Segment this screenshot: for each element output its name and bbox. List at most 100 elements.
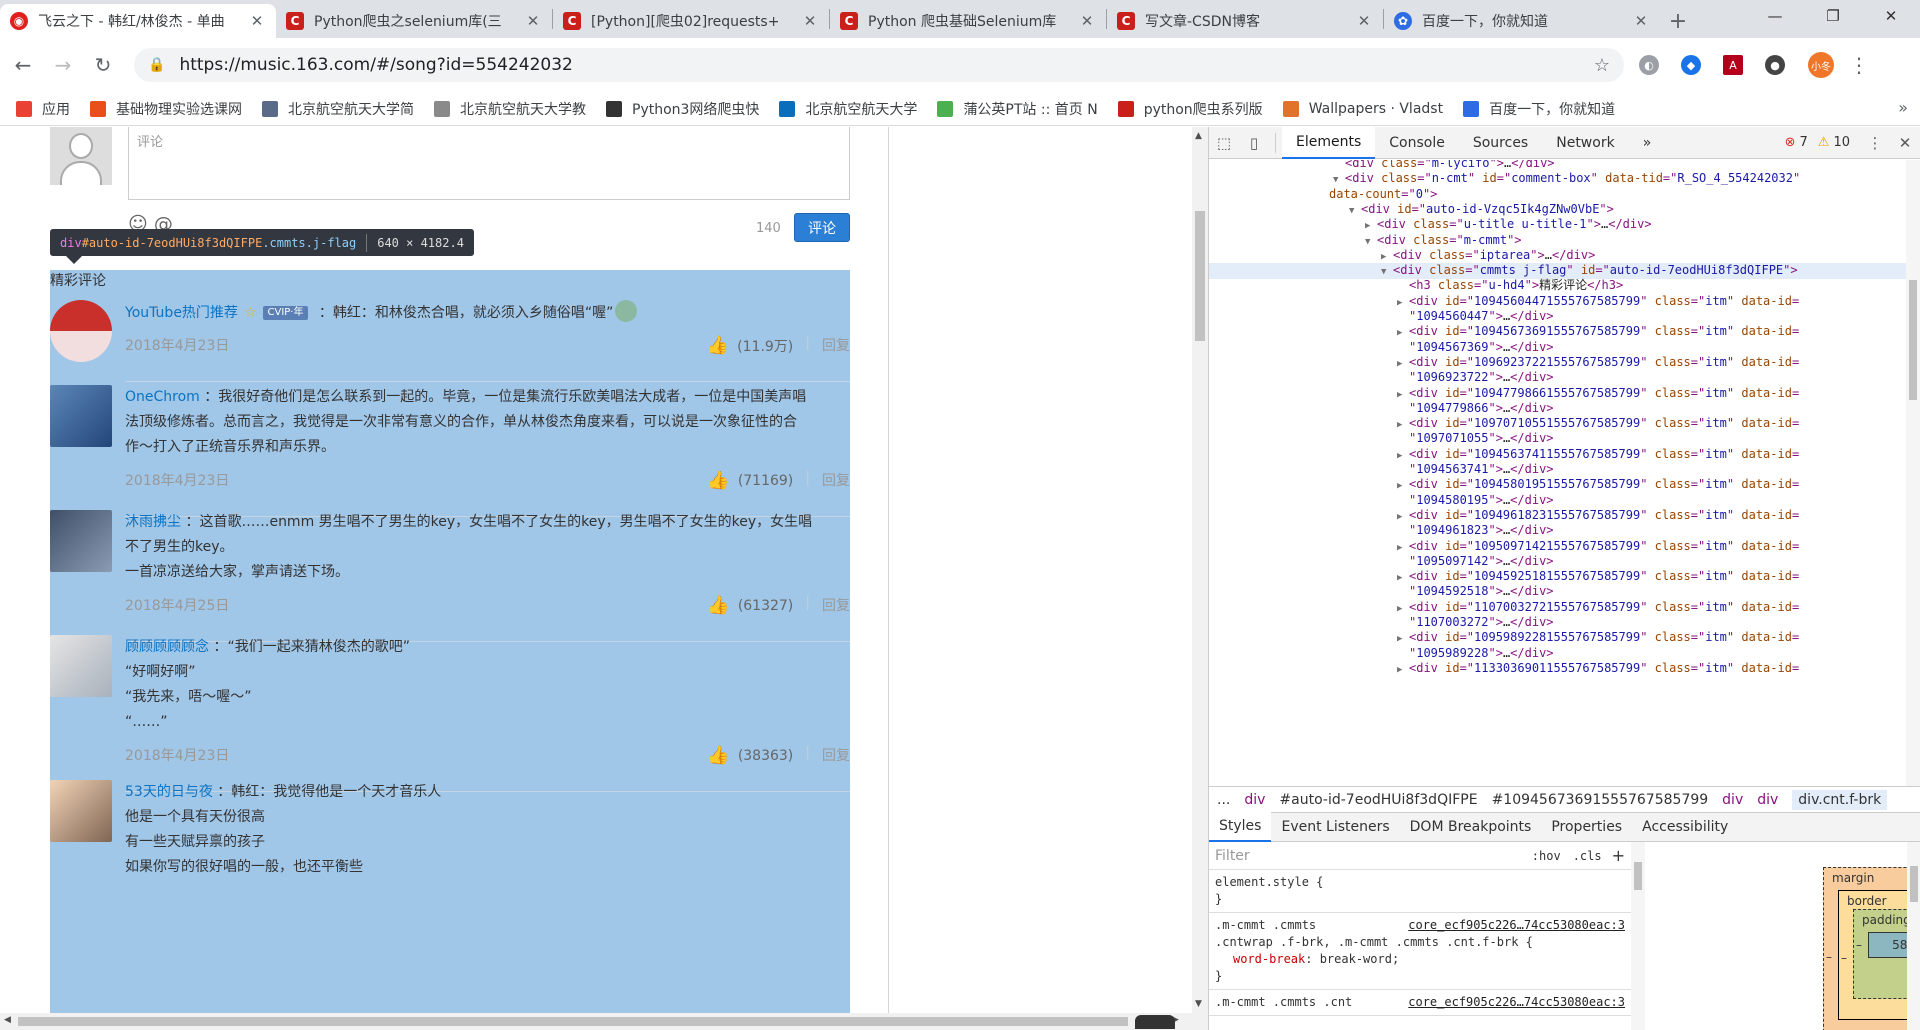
reply-link[interactable]: 回复 — [822, 745, 850, 766]
scroll-thumb[interactable] — [1195, 211, 1205, 341]
commenter-avatar[interactable] — [50, 300, 112, 362]
browser-tab[interactable]: ✿ 百度一下，你就知道 ✕ — [1384, 4, 1660, 38]
bookmark-item[interactable]: 应用 — [16, 99, 70, 119]
expand-triangle-icon[interactable]: ▶ — [1397, 632, 1409, 646]
menu-icon[interactable]: ⋮ — [1842, 48, 1876, 82]
tab-close-icon[interactable]: ✕ — [801, 12, 819, 30]
style-rule[interactable]: core_ecf905c226…74cc53080eac:3 .m-cmmt .c… — [1209, 990, 1631, 1016]
comment-username[interactable]: 沐雨拂尘 — [125, 514, 181, 530]
styles-filter-input[interactable]: Filter — [1215, 848, 1520, 864]
tab-close-icon[interactable]: ✕ — [1355, 12, 1373, 30]
expand-triangle-icon[interactable]: ▶ — [1397, 479, 1409, 493]
scroll-up-icon[interactable]: ▲ — [1195, 131, 1202, 141]
reply-link[interactable]: 回复 — [822, 335, 850, 356]
devtools-tab-sources[interactable]: Sources — [1459, 127, 1542, 159]
profile-avatar[interactable]: 小冬 — [1808, 52, 1834, 78]
dom-node-line[interactable]: ▶ <div id="10945637411555767585799" class… — [1209, 447, 1907, 463]
dom-node-line[interactable]: <div class="m-lycifo">…</div> — [1209, 160, 1907, 172]
dom-node-line[interactable]: ▶ <div id="10959892281555767585799" class… — [1209, 630, 1907, 646]
browser-tab[interactable]: ◉ 飞云之下 - 韩红/林俊杰 - 单曲 ✕ — [0, 4, 276, 38]
dom-node-line[interactable]: data-count="0"> — [1209, 187, 1907, 203]
style-rule[interactable]: element.style {} — [1209, 870, 1631, 913]
resize-handle-icon[interactable] — [1135, 1015, 1175, 1029]
expand-triangle-icon[interactable]: ▶ — [1397, 357, 1409, 371]
expand-triangle-icon[interactable]: ▶ — [1397, 449, 1409, 463]
expand-triangle-icon[interactable]: ▶ — [1397, 602, 1409, 616]
bookmark-item[interactable]: 北京航空航天大学教 — [434, 99, 586, 119]
dom-node-line[interactable]: "1096923722">…</div> — [1209, 370, 1907, 386]
like-button[interactable]: 👍 (38363) — [707, 745, 793, 766]
breadcrumb-item[interactable]: ... — [1217, 792, 1230, 808]
expand-triangle-icon[interactable]: ▶ — [1381, 250, 1393, 264]
expand-triangle-icon[interactable]: ▶ — [1397, 296, 1409, 310]
dom-node-line[interactable]: "1095989228">…</div> — [1209, 646, 1907, 662]
styles-tab-dom-breakpoints[interactable]: DOM Breakpoints — [1400, 812, 1542, 842]
dom-node-line[interactable]: "1094563741">…</div> — [1209, 462, 1907, 478]
dom-node-line[interactable]: ▶ <div id="11070032721555767585799" class… — [1209, 600, 1907, 616]
dom-node-line[interactable]: "1094779866">…</div> — [1209, 401, 1907, 417]
expand-triangle-icon[interactable]: ▶ — [1365, 219, 1377, 233]
expand-triangle-icon[interactable]: ▼ — [1365, 235, 1377, 249]
bookmark-item[interactable]: Wallpapers · Vladst — [1282, 100, 1443, 117]
close-window-icon[interactable]: ✕ — [1862, 0, 1920, 32]
bookmark-star-icon[interactable]: ☆ — [1594, 55, 1610, 76]
expand-triangle-icon[interactable]: ▶ — [1397, 326, 1409, 340]
browser-tab[interactable]: C Python爬虫之selenium库(三 ✕ — [276, 4, 552, 38]
new-tab-icon[interactable]: + — [1660, 4, 1696, 38]
browser-tab[interactable]: C 写文章-CSDN博客 ✕ — [1107, 4, 1383, 38]
maximize-icon[interactable]: ❐ — [1804, 0, 1862, 32]
commenter-avatar[interactable] — [50, 635, 112, 697]
dom-node-line[interactable]: "1094580195">…</div> — [1209, 493, 1907, 509]
bookmark-item[interactable]: 北京航空航天大学简 — [262, 99, 414, 119]
expand-triangle-icon[interactable]: ▶ — [1397, 510, 1409, 524]
back-icon[interactable]: ← — [6, 48, 40, 82]
dom-node-line[interactable]: ▼ <div class="cmmts j-flag" id="auto-id-7… — [1209, 263, 1907, 280]
dom-node-line[interactable]: ▶ <div id="10949618231555767585799" class… — [1209, 508, 1907, 524]
device-toolbar-icon[interactable]: ▯ — [1239, 128, 1269, 158]
expand-triangle-icon[interactable]: ▼ — [1349, 204, 1361, 218]
browser-tab[interactable]: C [Python][爬虫02]requests+ ✕ — [553, 4, 829, 38]
comment-username[interactable]: YouTube热门推荐 — [125, 305, 238, 321]
expand-triangle-icon[interactable]: ▶ — [1397, 571, 1409, 585]
styles-tab-accessibility[interactable]: Accessibility — [1632, 812, 1738, 842]
styles-tab-styles[interactable]: Styles — [1209, 812, 1272, 842]
scroll-left-icon[interactable]: ◀ — [4, 1015, 11, 1025]
bookmark-item[interactable]: 北京航空航天大学 — [779, 99, 917, 119]
commenter-avatar[interactable] — [50, 780, 112, 842]
expand-triangle-icon[interactable]: ▼ — [1381, 265, 1393, 279]
submit-comment-button[interactable]: 评论 — [794, 213, 850, 242]
dom-node-line[interactable]: ▶ <div id="10970710551555767585799" class… — [1209, 416, 1907, 432]
breadcrumb-item[interactable]: div.cnt.f-brk — [1792, 789, 1888, 810]
breadcrumb-item[interactable]: div — [1722, 792, 1743, 808]
commenter-avatar[interactable] — [50, 385, 112, 447]
hscroll-thumb[interactable] — [18, 1017, 1128, 1026]
tab-close-icon[interactable]: ✕ — [1632, 12, 1650, 30]
dom-node-line[interactable]: ▼ <div class="m-cmmt"> — [1209, 233, 1907, 249]
inspect-element-icon[interactable]: ⬚ — [1209, 128, 1239, 158]
like-button[interactable]: 👍 (11.9万) — [707, 335, 794, 356]
tab-close-icon[interactable]: ✕ — [524, 12, 542, 30]
breadcrumb-item[interactable]: #auto-id-7eodHUi8f3dQIFPE — [1279, 792, 1477, 808]
warning-count[interactable]: 10 — [1833, 135, 1850, 150]
tab-close-icon[interactable]: ✕ — [248, 12, 266, 30]
url-text[interactable]: https://music.163.com/#/song?id=55424203… — [179, 55, 1593, 75]
dom-node-line[interactable]: ▶ <div id="10969237221555767585799" class… — [1209, 355, 1907, 371]
extension-pdf-icon[interactable]: A — [1716, 48, 1750, 82]
dom-node-line[interactable]: ▶ <div id="10945801951555767585799" class… — [1209, 477, 1907, 493]
dom-node-line[interactable]: <h3 class="u-hd4">精彩评论</h3> — [1209, 278, 1907, 294]
breadcrumb-item[interactable]: div — [1757, 792, 1778, 808]
bookmarks-overflow-icon[interactable]: » — [1898, 98, 1908, 117]
dom-node-line[interactable]: ▶ <div id="10947798661555767585799" class… — [1209, 386, 1907, 402]
devtools-tab-elements[interactable]: Elements — [1282, 126, 1376, 159]
bookmark-item[interactable]: 基础物理实验选课网 — [90, 99, 242, 119]
like-button[interactable]: 👍 (71169) — [707, 470, 793, 491]
kebab-menu-icon[interactable]: ⋮ — [1860, 128, 1890, 158]
rule-source-link[interactable]: core_ecf905c226…74cc53080eac:3 — [1408, 994, 1625, 1011]
bookmark-item[interactable]: 百度一下，你就知道 — [1463, 99, 1615, 119]
expand-triangle-icon[interactable]: ▶ — [1397, 418, 1409, 432]
comment-textarea[interactable]: 评论 — [128, 127, 850, 200]
comment-username[interactable]: 顾顾顾顾顾念 — [125, 639, 209, 655]
dom-node-line[interactable]: ▶ <div class="iptarea">…</div> — [1209, 248, 1907, 264]
bookmark-item[interactable]: python爬虫系列版 — [1117, 99, 1263, 119]
forward-icon[interactable]: → — [46, 48, 80, 82]
